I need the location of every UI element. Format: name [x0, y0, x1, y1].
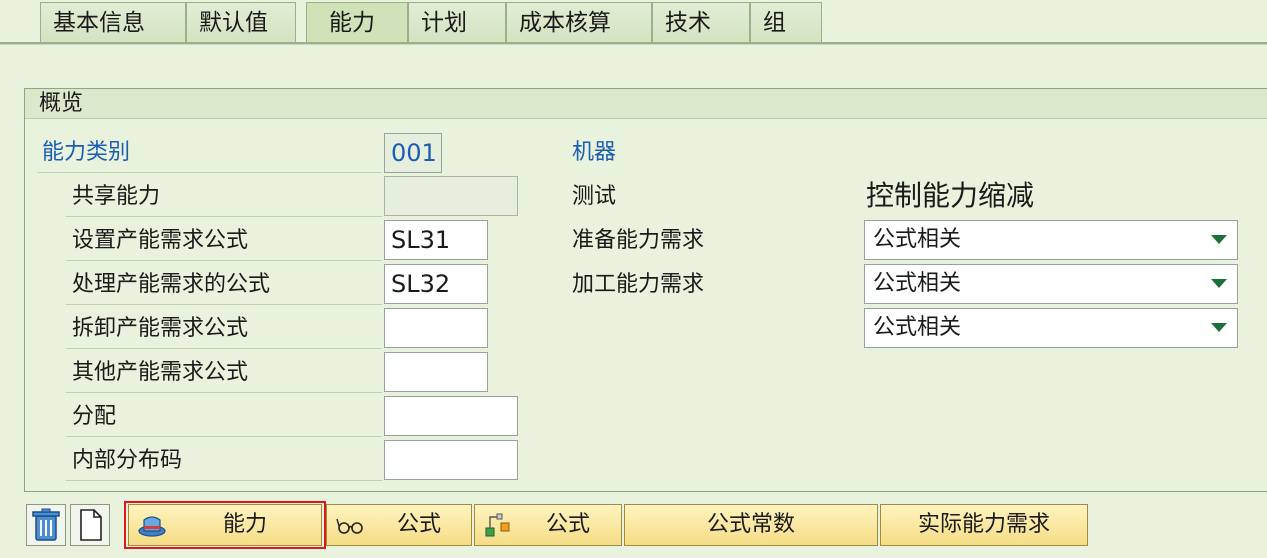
overview-title: 概览	[25, 89, 1267, 119]
processing-req-label: 加工能力需求	[572, 272, 705, 297]
tab-capacities[interactable]: 能力	[306, 2, 408, 42]
formula-hierarchy-button-label: 公式	[545, 512, 590, 537]
other-formula-label: 其他产能需求公式	[72, 360, 249, 385]
label-underline	[66, 260, 382, 261]
processing-req-value: 公式相关	[873, 271, 962, 296]
formula-button-label: 公式	[396, 512, 441, 537]
label-underline	[66, 216, 382, 217]
tab-technology[interactable]: 技术	[652, 2, 750, 42]
setup-formula-label: 设置产能需求公式	[72, 228, 249, 253]
label-underline	[66, 480, 382, 481]
delete-button[interactable]	[26, 504, 66, 546]
allocation-label: 分配	[72, 404, 117, 429]
formula-constants-button[interactable]: 公式常数	[624, 504, 878, 546]
label-underline	[66, 348, 382, 349]
processing-formula-field[interactable]: SL32	[384, 264, 488, 304]
machine-label: 机器	[572, 140, 617, 165]
glasses-icon	[336, 518, 363, 534]
other-formula-field[interactable]	[384, 352, 488, 392]
teardown-formula-field[interactable]	[384, 308, 488, 348]
allocation-field[interactable]	[384, 396, 518, 436]
distribution-key-label: 内部分布码	[72, 448, 183, 473]
dropdown-arrow-icon[interactable]	[1211, 235, 1227, 244]
setup-formula-field[interactable]: SL31	[384, 220, 488, 260]
setup-req-label: 准备能力需求	[572, 228, 705, 253]
label-underline	[66, 392, 382, 393]
formula-button[interactable]: 公式	[326, 504, 472, 546]
new-document-icon	[80, 509, 102, 541]
tab-scheduling[interactable]: 计划	[408, 2, 506, 42]
test-label: 测试	[572, 184, 617, 209]
label-underline	[66, 304, 382, 305]
label-underline	[66, 436, 382, 437]
actual-capacity-req-button[interactable]: 实际能力需求	[880, 504, 1088, 546]
distribution-key-field[interactable]	[384, 440, 518, 480]
capacity-category-label: 能力类别	[42, 140, 131, 165]
setup-req-value: 公式相关	[873, 227, 962, 252]
tab-basic-data[interactable]: 基本信息	[40, 2, 186, 42]
shared-capacity-field	[384, 176, 518, 216]
trash-icon	[32, 508, 60, 541]
setup-req-dropdown[interactable]: 公式相关	[864, 220, 1238, 260]
hierarchy-icon	[485, 513, 510, 537]
teardown-req-dropdown[interactable]: 公式相关	[864, 308, 1238, 348]
control-reduction-title: 控制能力缩减	[866, 179, 1035, 212]
tab-strip: 基本信息 默认值 能力 计划 成本核算 技术 组	[0, 0, 1267, 45]
label-underline	[38, 172, 382, 173]
focus-highlight	[124, 501, 326, 549]
teardown-req-value: 公式相关	[873, 315, 962, 340]
tab-baseline-shadow	[0, 44, 1267, 45]
shared-capacity-label: 共享能力	[72, 184, 161, 209]
processing-formula-label: 处理产能需求的公式	[72, 272, 271, 297]
teardown-formula-label: 拆卸产能需求公式	[72, 316, 249, 341]
actual-capacity-req-button-label: 实际能力需求	[917, 512, 1050, 537]
dropdown-arrow-icon[interactable]	[1211, 323, 1227, 332]
tab-group[interactable]: 组	[750, 2, 822, 42]
capacity-category-field[interactable]: 001	[384, 133, 442, 173]
tab-costing[interactable]: 成本核算	[506, 2, 652, 42]
formula-constants-button-label: 公式常数	[706, 512, 795, 537]
tab-default-values[interactable]: 默认值	[186, 2, 296, 42]
new-document-button[interactable]	[70, 504, 110, 546]
formula-hierarchy-button[interactable]: 公式	[474, 504, 622, 546]
dropdown-arrow-icon[interactable]	[1211, 279, 1227, 288]
processing-req-dropdown[interactable]: 公式相关	[864, 264, 1238, 304]
